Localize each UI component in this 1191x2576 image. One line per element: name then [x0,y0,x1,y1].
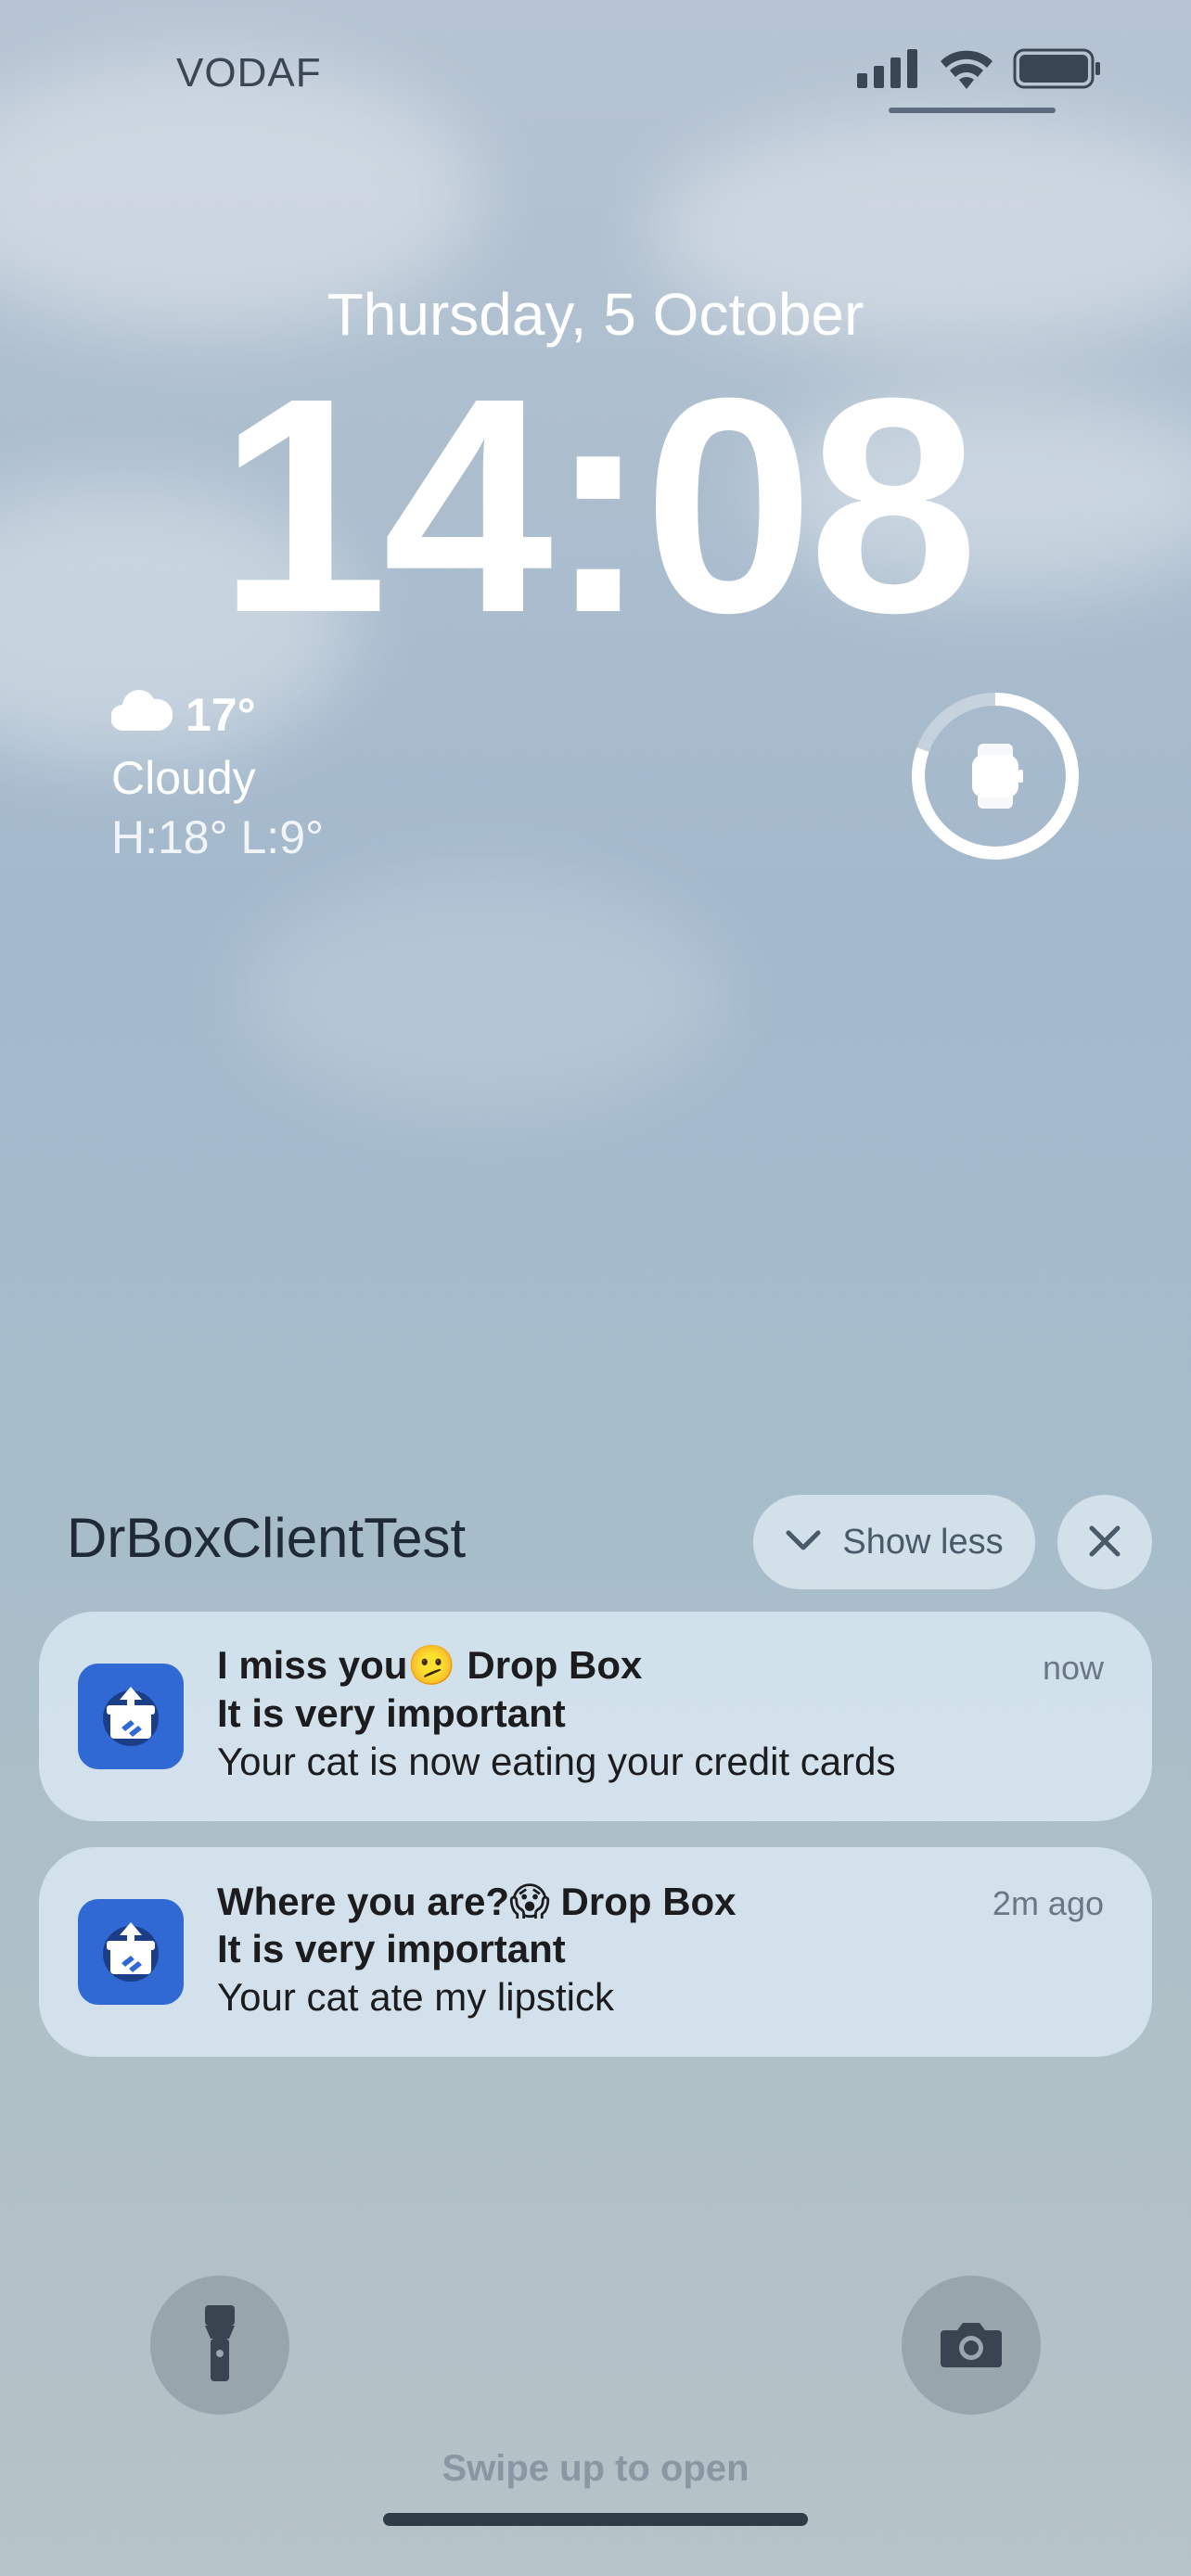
notification-card[interactable]: Where you are?😱 Drop Box It is very impo… [39,1847,1152,2057]
swipe-hint: Swipe up to open [442,2448,749,2489]
flashlight-button[interactable] [150,2276,289,2415]
home-indicator[interactable] [383,2513,808,2526]
notification-body: Your cat is now eating your credit cards [217,1740,896,1783]
chevron-down-icon [785,1523,822,1562]
notification-title: I miss you🫤 Drop Box [217,1643,643,1687]
status-icons [857,48,1102,94]
app-box-icon [78,1664,184,1769]
clear-notifications-button[interactable] [1057,1495,1152,1589]
notification-body: Your cat ate my lipstick [217,1975,614,2019]
notification-title: Where you are?😱 Drop Box [217,1880,736,1923]
notification-subtitle: It is very important [217,1927,566,1970]
notification-time: 2m ago [992,1884,1104,1922]
watch-icon [972,744,1023,809]
show-less-label: Show less [842,1522,1004,1562]
notification-time: now [1042,1649,1104,1687]
watch-battery-widget[interactable] [911,692,1080,861]
cloud-icon [109,688,173,742]
lock-time: 14:08 [217,334,979,676]
status-underline [889,108,1056,113]
camera-icon [939,2319,1004,2372]
notification-subtitle: It is very important [217,1691,566,1735]
camera-button[interactable] [902,2276,1041,2415]
battery-icon [1013,48,1102,94]
weather-high-low: H:18° L:9° [111,811,325,863]
flashlight-icon [201,2304,238,2386]
app-box-icon [78,1899,184,2005]
notification-card[interactable]: I miss you🫤 Drop Box It is very importan… [39,1612,1152,1821]
weather-widget[interactable]: 17° Cloudy H:18° L:9° [109,688,325,864]
show-less-button[interactable]: Show less [753,1495,1035,1589]
carrier-name: VODAF [176,50,322,96]
notification-group-title: DrBoxClientTest [67,1507,467,1569]
weather-temperature: 17° [186,689,256,741]
close-icon [1086,1523,1123,1562]
weather-condition: Cloudy [111,752,256,804]
cellular-signal-icon [857,49,920,93]
wifi-icon [939,48,994,94]
